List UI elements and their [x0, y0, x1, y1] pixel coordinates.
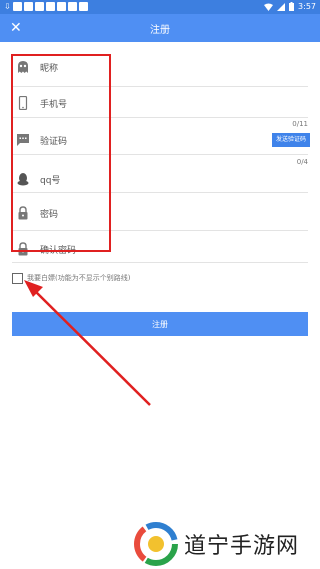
annotation-arrow	[24, 280, 151, 406]
watermark-text: 道宁手游网	[184, 534, 300, 559]
watermark-logo-icon	[134, 522, 178, 566]
watermark: 道宁手游网	[134, 522, 299, 566]
